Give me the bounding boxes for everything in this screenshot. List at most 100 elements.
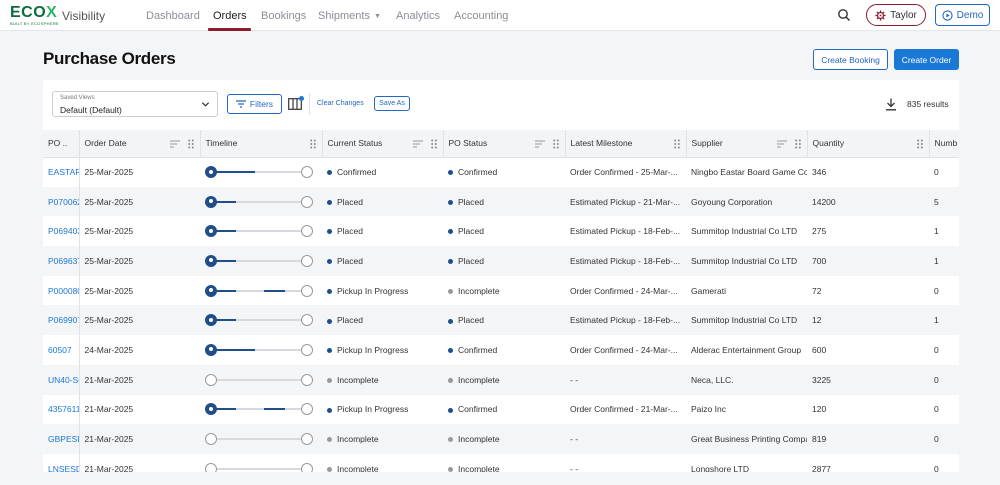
tab-orders[interactable]: Orders xyxy=(213,10,247,22)
quantity-cell: 600 xyxy=(812,344,827,355)
table-row[interactable]: EASTARS 25-Mar-2025 Confirmed Confirmed Orde… xyxy=(43,157,959,187)
latest-milestone-cell: - - xyxy=(565,364,686,395)
ecox-logo[interactable]: ECOX BUILT BY ECOSPHERE xyxy=(10,4,59,27)
table-row[interactable]: P069907 25-Mar-2025 Placed Placed Estimated … xyxy=(43,305,959,336)
tab-bookings[interactable]: Bookings xyxy=(261,10,306,22)
table-row[interactable]: 4357611 21-Mar-2025 Pickup In Progress Conf… xyxy=(43,394,959,425)
sort-icon[interactable] xyxy=(412,140,423,148)
timeline-progress-fill xyxy=(263,289,285,292)
column-header-po-status[interactable]: PO Status xyxy=(443,130,566,158)
column-header-supplier[interactable]: Supplier xyxy=(686,130,808,158)
supplier-cell: Summitop Industrial Co LTD xyxy=(686,305,807,336)
po-number-link[interactable]: 4357611 xyxy=(43,394,80,425)
timeline-bar[interactable] xyxy=(205,284,313,297)
table-row[interactable]: P069637 25-Mar-2025 Placed Placed Estimated … xyxy=(43,246,959,276)
timeline-bar[interactable] xyxy=(205,254,313,267)
drag-handle-icon[interactable] xyxy=(794,139,801,149)
po-number-link[interactable]: P069403 xyxy=(43,216,80,247)
timeline-bar[interactable] xyxy=(205,314,313,327)
quantity-cell: 72 xyxy=(812,285,822,296)
status-dot-icon xyxy=(327,229,332,235)
supplier-cell: Longshore LTD xyxy=(691,463,749,472)
po-status-cell: Placed xyxy=(443,216,565,246)
quantity-cell: 819 xyxy=(807,424,929,454)
timeline-track xyxy=(211,467,307,470)
status-dot-icon xyxy=(327,407,332,413)
current-status-cell: Pickup In Progress xyxy=(322,395,443,425)
status-dot-icon xyxy=(327,348,332,354)
latest-milestone-cell: Order Confirmed - 24-Mar-... xyxy=(570,285,678,296)
latest-milestone-cell: Order Confirmed - 25-Mar-... xyxy=(570,167,678,178)
timeline-bar[interactable] xyxy=(205,343,313,356)
timeline-start-node xyxy=(205,254,217,267)
table-row[interactable]: P070062 25-Mar-2025 Placed Placed Estimated … xyxy=(43,186,959,217)
drag-handle-icon[interactable] xyxy=(916,139,923,149)
order-date-cell: 25-Mar-2025 xyxy=(84,167,134,178)
user-menu-button[interactable]: Taylor xyxy=(866,4,926,26)
timeline-bar[interactable] xyxy=(205,373,313,386)
product-name: Visibility xyxy=(62,9,106,23)
column-header-number[interactable]: Numb xyxy=(929,130,959,158)
status-dot-icon xyxy=(448,199,453,205)
column-header-po[interactable]: PO .. xyxy=(43,130,80,158)
table-row[interactable]: GBPESD21-Mar-2025 Incomplete Incomplete - -… xyxy=(43,424,959,454)
timeline-bar[interactable] xyxy=(205,225,313,238)
search-icon[interactable] xyxy=(837,8,851,22)
po-number-link[interactable]: GBPESD xyxy=(43,424,80,454)
tab-analytics[interactable]: Analytics xyxy=(396,10,440,22)
filters-button[interactable]: Filters xyxy=(227,94,282,114)
timeline-bar[interactable] xyxy=(205,433,313,446)
tab-shipments[interactable]: Shipments ▼ xyxy=(318,10,381,22)
po-status-cell: Incomplete xyxy=(443,454,565,472)
create-booking-button[interactable]: Create Booking xyxy=(813,49,888,70)
status-dot-icon xyxy=(448,318,453,324)
sort-icon[interactable] xyxy=(169,140,180,148)
column-header-timeline[interactable]: Timeline xyxy=(200,130,323,158)
sort-icon[interactable] xyxy=(534,140,545,148)
po-number-link[interactable]: P069637 xyxy=(43,246,80,276)
demo-button[interactable]: Demo xyxy=(935,4,990,26)
po-number-link[interactable]: P070062 xyxy=(43,186,80,217)
supplier-cell: Ningbo Eastar Board Game Co xyxy=(691,167,807,178)
sort-icon[interactable] xyxy=(776,140,787,148)
tab-accounting[interactable]: Accounting xyxy=(454,10,508,22)
timeline-bar[interactable] xyxy=(205,195,313,208)
download-icon[interactable] xyxy=(885,98,897,111)
po-number-link[interactable]: P000080 xyxy=(43,275,80,306)
table-row[interactable]: P000080 25-Mar-2025 Pickup In Progress Inco… xyxy=(43,275,959,306)
column-header-latest-milestone[interactable]: Latest Milestone xyxy=(565,130,687,158)
table-row[interactable]: UN40-SC21-Mar-2025 Incomplete Incomplete - … xyxy=(43,364,959,395)
drag-handle-icon[interactable] xyxy=(309,139,316,149)
drag-handle-icon[interactable] xyxy=(673,139,680,149)
po-number-link[interactable]: UN40-SC xyxy=(43,364,80,395)
create-order-button[interactable]: Create Order xyxy=(894,49,959,70)
column-header-current-status[interactable]: Current Status xyxy=(322,130,444,158)
tab-dashboard[interactable]: Dashboard xyxy=(146,10,200,22)
drag-handle-icon[interactable] xyxy=(430,139,437,149)
timeline-end-node xyxy=(301,403,313,416)
po-number-link[interactable]: LNSESD xyxy=(43,453,80,472)
clear-changes-link[interactable]: Clear Changes xyxy=(317,100,364,107)
table-row[interactable]: 60507 24-Mar-2025 Pickup In Progress Confir… xyxy=(43,335,959,365)
column-header-label: Current Status xyxy=(327,138,383,149)
po-status-label: Incomplete xyxy=(458,434,500,445)
column-header-order-date[interactable]: Order Date xyxy=(79,130,201,158)
column-header-label: Latest Milestone xyxy=(570,138,633,149)
table-row[interactable]: P069403 25-Mar-2025 Placed Placed Estimated … xyxy=(43,216,959,247)
timeline-cell xyxy=(200,216,322,246)
po-number-link[interactable]: EASTARS xyxy=(43,157,80,187)
po-number-link[interactable]: P069907 xyxy=(43,305,80,336)
drag-handle-icon[interactable] xyxy=(187,139,194,149)
drag-handle-icon[interactable] xyxy=(552,139,559,149)
saved-views-select[interactable]: Saved Views Default (Default) xyxy=(52,91,218,117)
table-row[interactable]: LNSESD 21-Mar-2025 Incomplete Incomplete - -… xyxy=(43,453,959,472)
timeline-cell xyxy=(200,276,322,306)
po-number-link[interactable]: 60507 xyxy=(43,335,80,365)
save-as-button[interactable]: Save As xyxy=(374,96,410,111)
timeline-bar[interactable] xyxy=(205,462,313,472)
timeline-end-node xyxy=(301,433,313,446)
column-header-quantity[interactable]: Quantity xyxy=(807,130,930,158)
timeline-bar[interactable] xyxy=(205,166,313,179)
logo-text: ECOX xyxy=(10,4,58,21)
timeline-bar[interactable] xyxy=(205,403,313,416)
